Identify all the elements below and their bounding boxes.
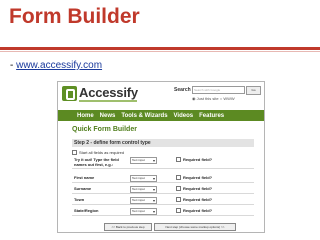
search-input[interactable]: Search with Google — [192, 86, 245, 94]
go-button[interactable]: Go — [246, 86, 261, 95]
nav-tools-wizards[interactable]: Tools & Wizards — [118, 113, 170, 119]
radio-icon[interactable]: ○ — [220, 96, 222, 101]
field-label: Surname — [74, 186, 92, 191]
search-option-www: WWW — [223, 96, 235, 101]
required-label: Required field? — [183, 157, 213, 162]
field-label: First name — [74, 175, 95, 180]
checkbox-icon[interactable] — [176, 208, 181, 214]
checkbox-icon[interactable] — [176, 197, 181, 203]
required-label: Required field? — [183, 186, 213, 191]
search-option-site: Just this site — [196, 96, 219, 101]
required-checkbox[interactable]: Required field? — [176, 175, 213, 181]
required-checkbox[interactable]: Required field? — [176, 208, 213, 214]
page-heading: Quick Form Builder — [72, 126, 137, 133]
control-type-select[interactable]: Text input — [130, 208, 157, 215]
nav-news[interactable]: News — [97, 113, 119, 119]
field-label-line2: names out first, e.g.: — [74, 162, 114, 167]
field-label: Town — [74, 197, 85, 202]
website-screenshot: Accessify Search Search with Google Go ◉… — [57, 81, 265, 233]
accessify-logo-icon — [62, 86, 77, 101]
required-checkbox[interactable]: Required field? — [176, 186, 213, 192]
required-checkbox[interactable]: Required field? — [176, 197, 213, 203]
field-label: State/Region — [74, 208, 99, 213]
nav-videos[interactable]: Videos — [171, 113, 197, 119]
search-label: Search — [174, 87, 191, 93]
start-required-label: Start all fields as required — [79, 150, 125, 155]
start-required-option: Start all fields as required — [72, 150, 125, 156]
form-row: Surname Text input Required field? — [72, 186, 254, 194]
site-logo[interactable]: Accessify — [79, 85, 138, 100]
title-rule — [0, 47, 320, 50]
radio-icon[interactable]: ◉ — [192, 96, 196, 101]
back-button[interactable]: << Back to previous step — [104, 223, 152, 231]
slide-title: Form Builder — [9, 5, 140, 28]
control-type-select[interactable]: Text input — [130, 175, 157, 182]
search-scope-options: ◉ Just this site ○ WWW — [192, 96, 235, 101]
main-nav: Home News Tools & Wizards Videos Feature… — [58, 110, 264, 121]
slide-subtitle: - www.accessify.com — [10, 60, 102, 71]
form-row: First name Text input Required field? — [72, 175, 254, 183]
control-type-select[interactable]: Text input — [130, 186, 157, 193]
form-row: Try it out! Type the field names out firs… — [72, 157, 254, 169]
required-label: Required field? — [183, 197, 213, 202]
step-header: Step 2 - define form control type — [72, 139, 254, 147]
checkbox-icon[interactable] — [176, 186, 181, 192]
site-header: Accessify Search Search with Google Go ◉… — [58, 82, 264, 110]
required-checkbox[interactable]: Required field? — [176, 157, 213, 163]
checkbox-icon[interactable] — [176, 175, 181, 181]
required-label: Required field? — [183, 208, 213, 213]
required-label: Required field? — [183, 175, 213, 180]
nav-features[interactable]: Features — [196, 113, 227, 119]
field-label: Try it out! Type the field names out firs… — [74, 157, 119, 167]
checkbox-icon[interactable] — [176, 157, 181, 163]
accessify-link[interactable]: www.accessify.com — [16, 60, 102, 71]
title-rule-light — [0, 51, 320, 52]
control-type-select[interactable]: Text input — [130, 157, 157, 164]
next-step-button[interactable]: Next step (choose some markup options) >… — [154, 223, 236, 231]
form-row: Town Text input Required field? — [72, 197, 254, 205]
nav-home[interactable]: Home — [58, 113, 97, 119]
checkbox-icon[interactable] — [72, 150, 77, 156]
form-row: State/Region Text input Required field? — [72, 208, 254, 216]
logo-tagline — [79, 100, 137, 102]
control-type-select[interactable]: Text input — [130, 197, 157, 204]
